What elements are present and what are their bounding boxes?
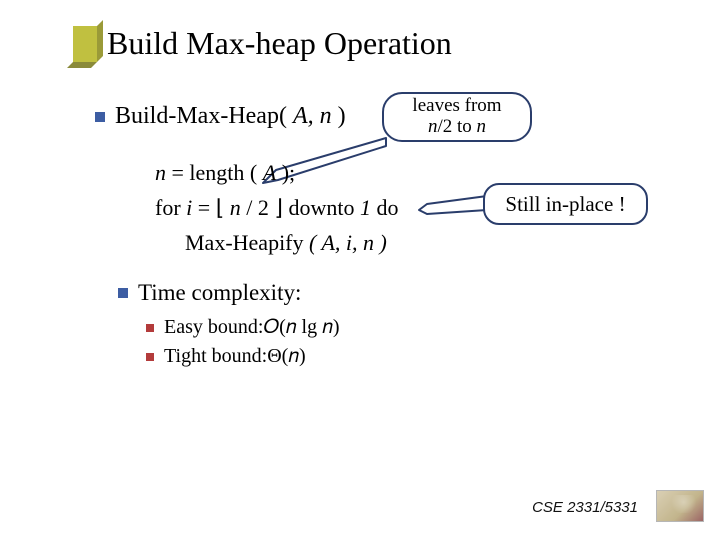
- complexity-sublist: Easy bound: 𝑂(𝑛 lg 𝑛) Tight bound: Θ(𝑛): [146, 316, 339, 368]
- leaves-n2: n: [477, 116, 487, 137]
- algo-maxheapify: Max-Heapify: [185, 230, 304, 255]
- footer-course-code: CSE 2331/5331: [532, 499, 638, 516]
- bullet-icon: [146, 324, 154, 332]
- leaves-line2: n/2 to n: [428, 117, 486, 138]
- tight-bound-label: Tight bound:: [164, 345, 267, 368]
- algo-eq: =: [192, 195, 215, 220]
- slide-title-wrap: Build Max-heap Operation: [73, 25, 452, 62]
- bullet-icon: [146, 353, 154, 361]
- algo-l1-post: );: [276, 160, 295, 185]
- inplace-callout: Still in-place !: [483, 183, 648, 225]
- build-label-post: ): [332, 103, 346, 129]
- title-accent-bar: [73, 26, 97, 62]
- easy-bound-label: Easy bound:: [164, 316, 263, 339]
- easy-bound-math: 𝑂(𝑛 lg 𝑛): [263, 316, 339, 339]
- slide: Build Max-heap Operation Build-Max-Heap(…: [0, 0, 720, 540]
- complexity-heading: Time complexity:: [138, 280, 301, 306]
- inplace-text: Still in-place !: [505, 192, 625, 217]
- algo-args: A, i, n: [321, 230, 374, 255]
- floor-close-icon: ⌋: [274, 191, 283, 224]
- leaves-line1: leaves from: [412, 96, 501, 117]
- algo-l1-mid: = length (: [166, 160, 263, 185]
- leaves-callout: leaves from n/2 to n: [382, 92, 532, 142]
- bullet-icon: [118, 288, 128, 298]
- build-heap-heading: Build-Max-Heap( A, n ): [95, 103, 346, 130]
- algo-downto: downto: [283, 195, 360, 220]
- algo-line-3: Max-Heapify ( A, i, n ): [185, 226, 399, 259]
- algo-one: 1: [360, 195, 371, 220]
- build-args: A, n: [293, 103, 332, 129]
- algo-n: n: [155, 160, 166, 185]
- slide-title: Build Max-heap Operation: [107, 25, 452, 62]
- algo-args-open: (: [304, 230, 322, 255]
- algo-line-1: n = length ( A );: [155, 156, 399, 189]
- tight-bound-math: Θ(𝑛): [267, 345, 306, 368]
- algo-for: for: [155, 195, 186, 220]
- leaves-mid: /2 to: [437, 116, 476, 137]
- algo-div2: / 2: [246, 195, 274, 220]
- algo-n2: n: [224, 195, 246, 220]
- algo-line-2: for i = ⌊ n / 2 ⌋ downto 1 do: [155, 191, 399, 224]
- easy-bound-row: Easy bound: 𝑂(𝑛 lg 𝑛): [146, 316, 339, 339]
- floor-open-icon: ⌊: [216, 191, 225, 224]
- bullet-icon: [95, 112, 105, 122]
- algo-A: A: [263, 160, 276, 185]
- complexity-block: Time complexity: Easy bound: 𝑂(𝑛 lg 𝑛) T…: [118, 280, 339, 368]
- complexity-heading-row: Time complexity:: [118, 280, 339, 306]
- footer-logo: [656, 490, 704, 522]
- algorithm-block: n = length ( A ); for i = ⌊ n / 2 ⌋ down…: [155, 156, 399, 259]
- build-label-pre: Build-Max-Heap(: [115, 103, 293, 129]
- algo-args-close: ): [374, 230, 387, 255]
- tight-bound-row: Tight bound: Θ(𝑛): [146, 345, 339, 368]
- algo-do: do: [371, 195, 399, 220]
